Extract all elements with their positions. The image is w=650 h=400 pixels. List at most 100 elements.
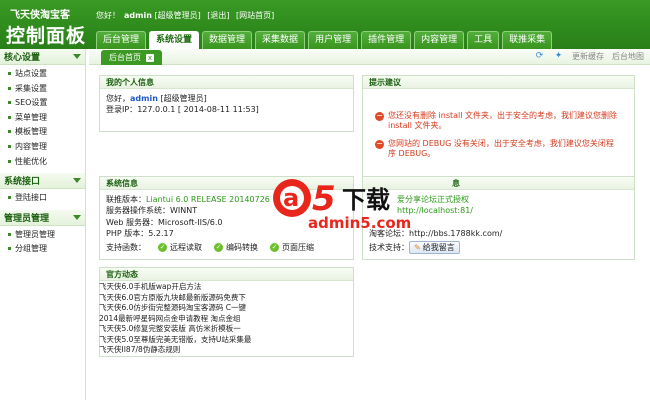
sidebar-item-label: 登陆接口 xyxy=(15,193,47,203)
tab-plugin-management[interactable]: 插件管理 xyxy=(361,31,412,49)
tab-content-management[interactable]: 内容管理 xyxy=(414,31,465,49)
close-icon[interactable]: x xyxy=(146,54,154,62)
tab-tools[interactable]: 工具 xyxy=(467,31,500,49)
support-item: ✓ 编码转换 xyxy=(214,242,258,253)
sysinfo-label: Web 服务器： xyxy=(106,217,158,227)
sidebar-group-admin[interactable]: 管理员管理 xyxy=(0,209,85,226)
tab-liantui-collect[interactable]: 联推采集 xyxy=(502,31,553,49)
chevron-down-icon xyxy=(73,178,81,184)
bullet-icon xyxy=(8,247,11,251)
news-item[interactable]: 飞天侠6.0手机版wap开启方法 xyxy=(99,282,299,293)
watermark-digit-5: 5 xyxy=(312,179,336,219)
sysinfo-value: Liantui 6.0 RELEASE 20140726 xyxy=(146,195,270,204)
watermark-url: admin5.com xyxy=(308,214,411,232)
support-label: 支持函数： xyxy=(106,242,146,252)
news-item[interactable]: 飞天侠5.0修复完整安装版 高仿米折模板一 xyxy=(99,324,299,335)
sidebar-item-label: 采集设置 xyxy=(15,83,47,93)
check-icon: ✓ xyxy=(270,242,279,252)
news-item[interactable]: 飞天侠5.0至尊版完美无错版，支持U站采集最 xyxy=(99,335,299,346)
sysinfo-value: WINNT xyxy=(170,206,198,216)
check-icon: ✓ xyxy=(158,242,167,252)
sidebar-item-collect-settings[interactable]: 采集设置 xyxy=(0,82,85,97)
bullet-icon xyxy=(8,72,11,75)
my-info-panel: 我的个人信息 您好，admin [超级管理员] 登录IP：127.0.0.1 [… xyxy=(99,75,354,132)
toolbar: 后台首页 x ⟳ ✦ 更新缓存 后台地图 xyxy=(89,49,650,65)
greeting-label: 您好， xyxy=(106,94,130,103)
toolbar-actions: ⟳ ✦ 更新缓存 后台地图 xyxy=(534,51,644,62)
welcome-greeting: 您好！ xyxy=(96,11,120,20)
update-cache-button[interactable]: 更新缓存 xyxy=(572,51,604,62)
username: admin xyxy=(130,94,158,103)
bullet-icon xyxy=(8,159,11,163)
panel-title: 我的个人信息 xyxy=(100,76,353,89)
support-item-label: 页面压缩 xyxy=(282,242,314,252)
sidebar-item-label: 性能优化 xyxy=(15,156,47,166)
tip-text: 您还没有删除 install 文件夹，出于安全的考虑，我们建议您删除 insta… xyxy=(388,111,618,130)
warning-icon: − xyxy=(375,111,384,121)
tab-data-management[interactable]: 数据管理 xyxy=(202,31,253,49)
sidebar-item-label: 菜单管理 xyxy=(15,112,47,122)
chevron-down-icon xyxy=(73,214,81,220)
logout-link[interactable]: [退出] xyxy=(207,11,229,20)
support-item-label: 编码转换 xyxy=(226,242,258,252)
role-label: [超级管理员] xyxy=(160,94,207,103)
support-label: 技术支持： xyxy=(369,243,409,253)
tab-backend[interactable]: 后台管理 xyxy=(96,31,147,49)
sysinfo-label: 联推版本： xyxy=(106,195,146,204)
pencil-icon: ✎ xyxy=(414,243,421,253)
sidebar-item-menu-management[interactable]: 菜单管理 xyxy=(0,111,85,126)
check-icon: ✓ xyxy=(214,242,223,252)
bullet-icon xyxy=(8,130,11,134)
my-info-user-row: 您好，admin [超级管理员] xyxy=(106,93,347,104)
news-item[interactable]: 飞天侠6.0官方原版九块邮最新版源码免费下 xyxy=(99,293,299,304)
warning-icon: − xyxy=(375,139,384,149)
welcome-bar: 您好！ admin [超级管理员] [退出] [网站首页] xyxy=(96,10,278,21)
news-item[interactable]: 2014最新呼星码网点金申请教程 淘点金组 xyxy=(99,314,299,325)
tab-user-management[interactable]: 用户管理 xyxy=(308,31,359,49)
sidebar-item-admin-management[interactable]: 管理员管理 xyxy=(0,228,85,243)
sidebar-item-label: 站点设置 xyxy=(15,69,47,78)
panel-title-suffix: 息 xyxy=(452,179,460,188)
news-list: 飞天侠6.0手机版wap开启方法 飞天侠6.0官方原版九块邮最新版源码免费下 飞… xyxy=(99,282,299,356)
site-home-link[interactable]: [网站首页] xyxy=(236,11,274,20)
bullet-icon xyxy=(8,196,11,200)
login-ip-value: 127.0.0.1 [ 2014-08-11 11:53] xyxy=(137,105,259,114)
settings-icon[interactable]: ✦ xyxy=(553,51,564,62)
button-label: 给我留言 xyxy=(422,243,455,253)
support-item: ✓ 页面压缩 xyxy=(270,242,314,253)
top-nav: 后台管理 系统设置 数据管理 采集数据 用户管理 插件管理 内容管理 工具 联推… xyxy=(96,31,553,49)
bullet-icon xyxy=(8,144,11,148)
support-functions: 支持函数： ✓ 远程读取 ✓ 编码转换 ✓ 页面压缩 xyxy=(106,242,347,253)
sidebar-item-template-management[interactable]: 模板管理 xyxy=(0,125,85,140)
sidebar-item-content-management[interactable]: 内容管理 xyxy=(0,140,85,155)
news-item[interactable]: 飞天侠II87/8伪静态规则 xyxy=(99,345,299,356)
brand-title: 控制面板 xyxy=(6,25,87,47)
sidebar-item-group-management[interactable]: 分组管理 xyxy=(0,242,85,257)
sidebar-group-title: 系统接口 xyxy=(4,177,41,188)
crumb-label: 后台首页 xyxy=(109,53,141,62)
tip-text: 您网站的 DEBUG 没有关闭，出于安全考虑，我们建议您关闭程序 DEBUG。 xyxy=(388,139,614,158)
backend-map-button[interactable]: 后台地图 xyxy=(612,51,644,62)
my-info-ip-row: 登录IP：127.0.0.1 [ 2014-08-11 11:53] xyxy=(106,104,347,115)
sysinfo-value: 5.2.17 xyxy=(148,229,174,239)
sidebar-item-seo-settings[interactable]: SEO设置 xyxy=(0,96,85,111)
sidebar-item-label: 分组管理 xyxy=(15,244,47,254)
sidebar-group-system-interface[interactable]: 系统接口 xyxy=(0,173,85,190)
refresh-icon[interactable]: ⟳ xyxy=(534,51,545,62)
sidebar-item-performance[interactable]: 性能优化 xyxy=(0,155,85,170)
watermark-text: 下载 xyxy=(342,186,390,214)
admin5-watermark-logo: a 5 下载 admin5.com xyxy=(273,179,411,232)
chevron-down-icon xyxy=(73,54,81,59)
sidebar-item-login-interface[interactable]: 登陆接口 xyxy=(0,191,85,206)
tab-system-settings[interactable]: 系统设置 xyxy=(149,31,200,49)
sidebar-item-site-settings[interactable]: 站点设置 xyxy=(0,67,85,82)
bullet-icon xyxy=(8,101,11,105)
leave-message-button[interactable]: ✎ 给我留言 xyxy=(409,241,460,255)
news-item[interactable]: 飞天侠6.0仿步街完整源码淘宝客源码 C一键 xyxy=(99,303,299,314)
authorization-row: 爱分享论坛正式授权 xyxy=(397,195,469,204)
sysinfo-value: Microsoft-IIS/6.0 xyxy=(157,217,223,227)
sidebar-group-core[interactable]: 核心设置 xyxy=(0,49,85,65)
brand-subtitle: 飞天侠淘宝客 xyxy=(10,10,70,21)
tab-collect-data[interactable]: 采集数据 xyxy=(255,31,306,49)
tab-backend-home[interactable]: 后台首页 x xyxy=(101,50,162,65)
